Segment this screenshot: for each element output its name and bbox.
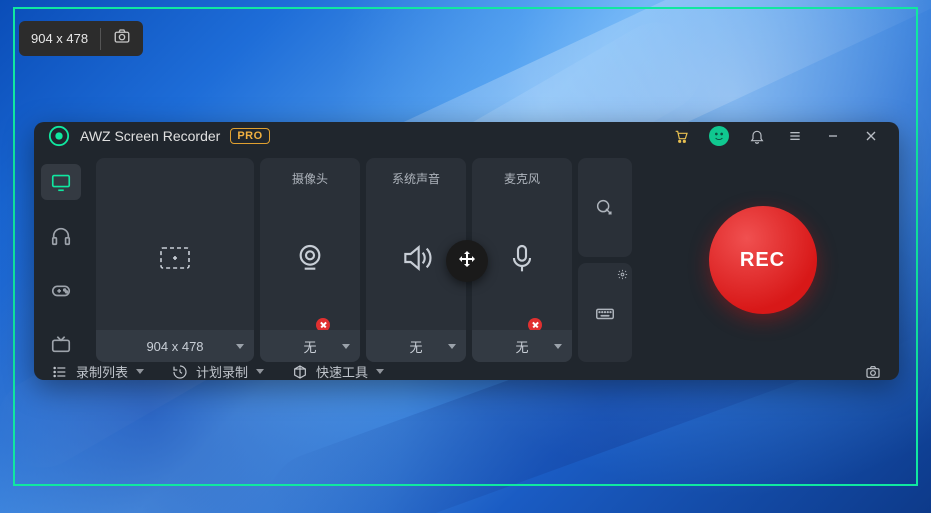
bottombar: 录制列表 计划录制 快速工具 — [34, 362, 899, 381]
chevron-down-icon — [342, 344, 350, 349]
avatar-icon[interactable] — [705, 122, 733, 150]
cursor-settings-button[interactable] — [578, 158, 632, 257]
schedule-label: 计划录制 — [196, 362, 248, 381]
panels: 904 x 478 摄像头 无 系统声音 — [96, 158, 887, 362]
bell-icon[interactable] — [743, 122, 771, 150]
mic-dropdown[interactable]: 无 — [472, 330, 572, 362]
chevron-down-icon — [376, 369, 384, 374]
titlebar: AWZ Screen Recorder PRO — [34, 122, 899, 150]
chevron-down-icon — [136, 369, 144, 374]
sysaudio-dropdown[interactable]: 无 — [366, 330, 466, 362]
rec-area: REC — [638, 158, 887, 362]
dimension-text: 904 x 478 — [31, 31, 88, 46]
move-handle[interactable] — [446, 240, 488, 282]
webcam-icon[interactable] — [294, 186, 326, 330]
camera-dropdown[interactable]: 无 — [260, 330, 360, 362]
rail-game[interactable] — [41, 272, 81, 308]
mic-selected: 无 — [515, 337, 528, 356]
pro-badge: PRO — [230, 128, 269, 144]
screenshot-button[interactable] — [865, 364, 881, 380]
microphone-icon[interactable] — [506, 186, 538, 330]
minimize-icon[interactable] — [819, 122, 847, 150]
schedule-button[interactable]: 计划录制 — [172, 362, 264, 381]
panel-mic-label: 麦克风 — [504, 170, 540, 186]
record-list-label: 录制列表 — [76, 362, 128, 381]
app-logo-icon — [48, 125, 70, 147]
chevron-down-icon — [554, 344, 562, 349]
panel-camera: 摄像头 无 — [260, 158, 360, 362]
small-panels — [578, 158, 632, 362]
region-select-icon[interactable] — [159, 186, 191, 330]
gear-icon — [617, 267, 628, 285]
quick-tools-button[interactable]: 快速工具 — [292, 362, 384, 381]
region-selected: 904 x 478 — [146, 339, 203, 354]
quick-tools-label: 快速工具 — [316, 362, 368, 381]
panel-camera-label: 摄像头 — [292, 170, 328, 186]
sysaudio-selected: 无 — [409, 337, 422, 356]
menu-icon[interactable] — [781, 122, 809, 150]
rail-tv[interactable] — [41, 326, 81, 362]
speaker-icon[interactable] — [400, 186, 432, 330]
record-button[interactable]: REC — [709, 206, 817, 314]
region-dropdown[interactable]: 904 x 478 — [96, 330, 254, 362]
cart-icon[interactable] — [667, 122, 695, 150]
chevron-down-icon — [256, 369, 264, 374]
panel-sysaudio-label: 系统声音 — [392, 170, 440, 186]
panel-region: 904 x 478 — [96, 158, 254, 362]
record-list-button[interactable]: 录制列表 — [52, 362, 144, 381]
chevron-down-icon — [448, 344, 456, 349]
dimension-badge[interactable]: 904 x 478 — [19, 21, 143, 56]
record-button-label: REC — [740, 249, 785, 272]
app-title: AWZ Screen Recorder — [80, 128, 220, 144]
camera-icon[interactable] — [113, 27, 131, 50]
rail-screen[interactable] — [41, 164, 81, 200]
camera-selected: 无 — [303, 337, 316, 356]
mode-rail — [34, 158, 88, 362]
keyboard-settings-button[interactable] — [578, 263, 632, 362]
chevron-down-icon — [236, 344, 244, 349]
rail-audio[interactable] — [41, 218, 81, 254]
close-icon[interactable] — [857, 122, 885, 150]
